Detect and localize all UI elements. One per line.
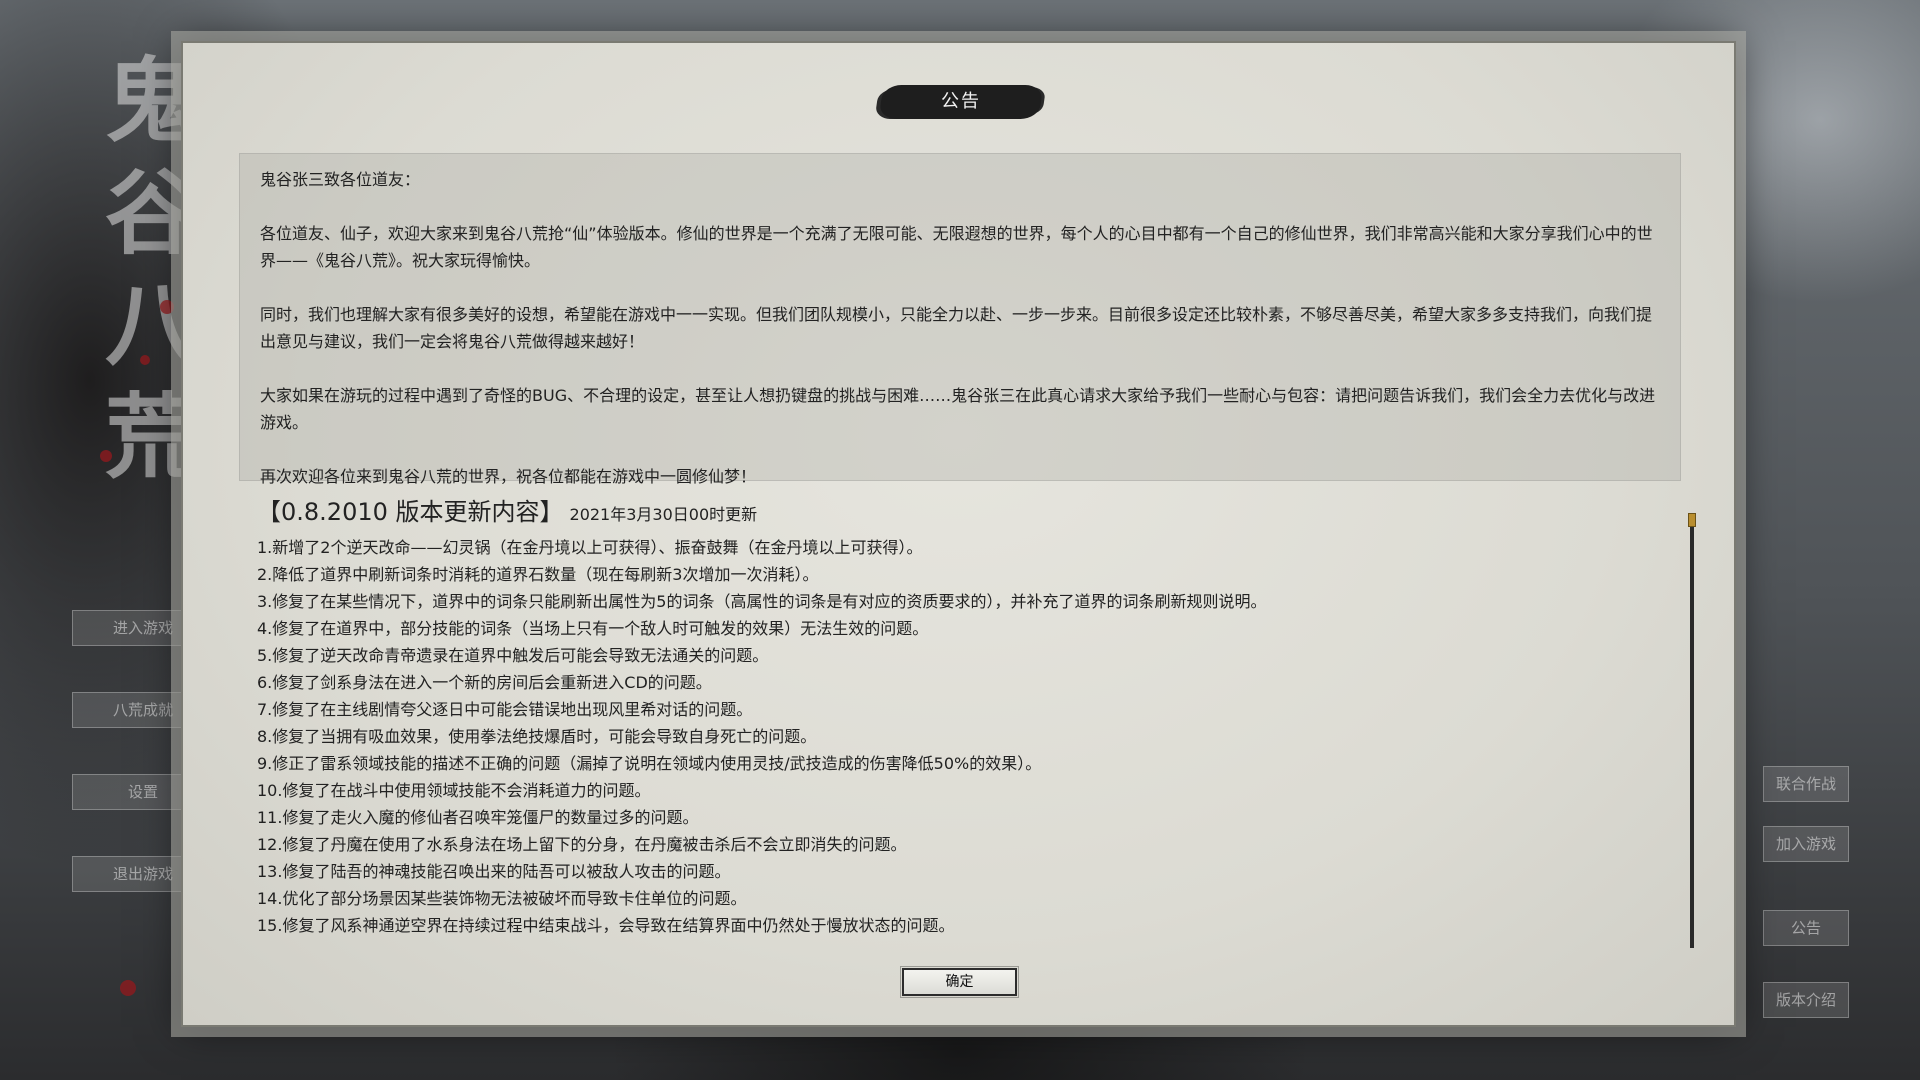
- update-item: 10.修复了在战斗中使用领域技能不会消耗道力的问题。: [257, 781, 651, 800]
- update-heading: 【0.8.2010 版本更新内容】: [257, 498, 564, 526]
- update-heading-row: 【0.8.2010 版本更新内容】 2021年3月30日00时更新: [257, 495, 1657, 532]
- update-notes: 【0.8.2010 版本更新内容】 2021年3月30日00时更新 1.新增了2个…: [257, 495, 1657, 939]
- notice-panel: 鬼谷张三致各位道友： 各位道友、仙子，欢迎大家来到鬼谷八荒抢“仙”体验版本。修仙…: [239, 153, 1681, 486]
- update-item: 12.修复了丹魔在使用了水系身法在场上留下的分身，在丹魔被击杀后不会立即消失的问…: [257, 835, 907, 854]
- announcement-dialog: 公告 鬼谷张三致各位道友： 各位道友、仙子，欢迎大家来到鬼谷八荒抢“仙”体验版本…: [171, 31, 1746, 1037]
- blossom-decoration: [160, 300, 174, 314]
- scrollbar-thumb[interactable]: [1688, 513, 1696, 527]
- update-item: 13.修复了陆吾的神魂技能召唤出来的陆吾可以被敌人攻击的问题。: [257, 862, 731, 881]
- update-item: 11.修复了走火入魔的修仙者召唤牢笼僵尸的数量过多的问题。: [257, 808, 699, 827]
- update-item: 8.修复了当拥有吸血效果，使用拳法绝技爆盾时，可能会导致自身死亡的问题。: [257, 727, 817, 746]
- update-scrollbar[interactable]: [1688, 513, 1696, 948]
- update-item: 3.修复了在某些情况下，道界中的词条只能刷新出属性为5的词条（高属性的词条是有对…: [257, 592, 1267, 611]
- menu-button-join[interactable]: 加入游戏: [1763, 826, 1849, 862]
- update-item: 6.修复了剑系身法在进入一个新的房间后会重新进入CD的问题。: [257, 673, 712, 692]
- notice-paragraph: 各位道友、仙子，欢迎大家来到鬼谷八荒抢“仙”体验版本。修仙的世界是一个充满了无限…: [260, 224, 1653, 270]
- update-item: 2.降低了道界中刷新词条时消耗的道界石数量（现在每刷新3次增加一次消耗）。: [257, 565, 819, 584]
- menu-button-notice[interactable]: 公告: [1763, 910, 1849, 946]
- update-item: 14.优化了部分场景因某些装饰物无法被破坏而导致卡住单位的问题。: [257, 889, 747, 908]
- blossom-decoration: [120, 980, 136, 996]
- notice-paragraph: 大家如果在游玩的过程中遇到了奇怪的BUG、不合理的设定，甚至让人想扔键盘的挑战与…: [260, 386, 1656, 432]
- menu-button-coop[interactable]: 联合作战: [1763, 766, 1849, 802]
- confirm-button[interactable]: 确定: [900, 966, 1019, 998]
- blossom-decoration: [140, 355, 150, 365]
- notice-paragraph: 同时，我们也理解大家有很多美好的设想，希望能在游戏中一一实现。但我们团队规模小，…: [260, 305, 1653, 351]
- blossom-decoration: [100, 450, 112, 462]
- update-item: 1.新增了2个逆天改命——幻灵锅（在金丹境以上可获得）、振奋鼓舞（在金丹境以上可…: [257, 538, 923, 557]
- update-date: 2021年3月30日00时更新: [569, 505, 758, 524]
- update-item: 7.修复了在主线剧情夸父逐日中可能会错误地出现风里希对话的问题。: [257, 700, 753, 719]
- update-item: 9.修正了雷系领域技能的描述不正确的问题（漏掉了说明在领域内使用灵技/武技造成的…: [257, 754, 1042, 773]
- update-item: 15.修复了风系神通逆空界在持续过程中结束战斗，会导致在结算界面中仍然处于慢放状…: [257, 916, 955, 935]
- update-item: 5.修复了逆天改命青帝遗录在道界中触发后可能会导致无法通关的问题。: [257, 646, 769, 665]
- update-item: 4.修复了在道界中，部分技能的词条（当场上只有一个敌人时可触发的效果）无法生效的…: [257, 619, 929, 638]
- dialog-title: 公告: [941, 91, 981, 112]
- notice-greeting: 鬼谷张三致各位道友：: [260, 170, 421, 189]
- notice-paragraph: 再次欢迎各位来到鬼谷八荒的世界，祝各位都能在游戏中一圆修仙梦！: [260, 467, 757, 486]
- menu-button-version[interactable]: 版本介绍: [1763, 982, 1849, 1018]
